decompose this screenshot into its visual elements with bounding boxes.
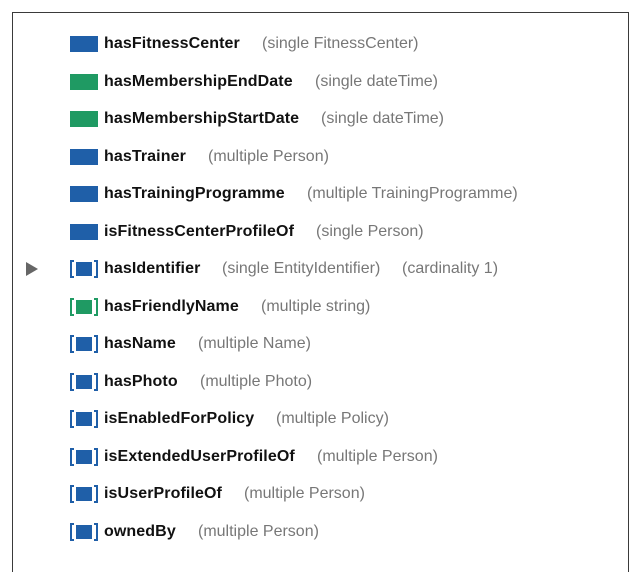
property-row[interactable]: hasTrainer (multiple Person) [13, 142, 628, 172]
property-name: hasName [104, 335, 176, 352]
expand-arrow-icon[interactable] [26, 262, 38, 276]
property-range: (single dateTime) [321, 110, 445, 127]
property-range: (multiple Photo) [200, 372, 313, 390]
object-property-icon [70, 410, 98, 428]
property-row[interactable]: isUserProfileOf (multiple Person) [13, 479, 628, 509]
object-property-icon [70, 485, 98, 503]
property-range: (multiple Person) [208, 147, 329, 165]
property-row[interactable]: hasFriendlyName (multiple string) [13, 292, 628, 322]
property-range: (multiple Person) [317, 447, 438, 465]
property-range: (single EntityIdentifier) [222, 260, 381, 277]
property-range: (multiple Name) [198, 335, 311, 352]
property-row[interactable]: ownedBy (multiple Person) [13, 517, 628, 547]
property-panel: hasFitnessCenter (single FitnessCenter) ha… [12, 12, 629, 572]
property-row[interactable]: hasFitnessCenter (single FitnessCenter) [13, 29, 628, 59]
datatype-property-icon [70, 110, 98, 128]
property-row[interactable]: isEnabledForPolicy (multiple Policy) [13, 404, 628, 434]
property-row[interactable]: isFitnessCenterProfileOf (single Person) [13, 217, 628, 247]
object-property-icon [70, 223, 98, 241]
property-row[interactable]: hasPhoto (multiple Photo) [13, 367, 628, 397]
property-cardinality: (cardinality 1) [402, 260, 499, 277]
property-name: isExtendedUserProfileOf [104, 447, 295, 465]
property-range: (single dateTime) [315, 72, 439, 90]
object-property-icon [70, 148, 98, 166]
property-name: hasFitnessCenter [104, 35, 240, 52]
property-row[interactable]: isExtendedUserProfileOf (multiple Person) [13, 442, 628, 472]
object-property-icon [70, 35, 98, 53]
object-property-icon [70, 372, 98, 391]
object-property-icon [70, 522, 98, 541]
property-range: (multiple TrainingProgramme) [307, 185, 518, 202]
property-name: hasPhoto [104, 372, 178, 390]
property-row[interactable]: hasIdentifier (single EntityIdentifier) (c… [13, 254, 628, 284]
property-row[interactable]: hasTrainingProgramme (multiple TrainingPr… [13, 179, 628, 209]
object-property-icon [70, 335, 98, 353]
property-range: (multiple Person) [198, 522, 319, 540]
object-property-icon [70, 447, 98, 466]
property-name: isUserProfileOf [104, 485, 222, 502]
property-name: hasTrainer [104, 147, 186, 165]
property-name: isEnabledForPolicy [104, 410, 255, 427]
property-range: (single FitnessCenter) [262, 35, 419, 52]
property-name: hasMembershipStartDate [104, 110, 300, 127]
property-name: hasTrainingProgramme [104, 185, 285, 202]
property-row[interactable]: hasMembershipEndDate (single dateTime) [13, 67, 628, 97]
property-name: hasMembershipEndDate [104, 72, 293, 90]
datatype-property-icon [70, 297, 98, 316]
property-name: hasFriendlyName [104, 297, 239, 315]
property-row[interactable]: hasMembershipStartDate (single dateTime) [13, 104, 628, 134]
property-range: (multiple Policy) [276, 410, 389, 427]
property-range: (multiple string) [261, 297, 371, 315]
object-property-icon [70, 185, 98, 203]
object-property-icon [70, 260, 98, 278]
property-range: (multiple Person) [244, 485, 365, 502]
property-name: isFitnessCenterProfileOf [104, 222, 295, 240]
datatype-property-icon [70, 73, 98, 91]
property-range: (single Person) [316, 222, 424, 240]
property-name: ownedBy [104, 522, 176, 540]
property-row[interactable]: hasName (multiple Name) [13, 329, 628, 359]
property-name: hasIdentifier [104, 260, 201, 277]
